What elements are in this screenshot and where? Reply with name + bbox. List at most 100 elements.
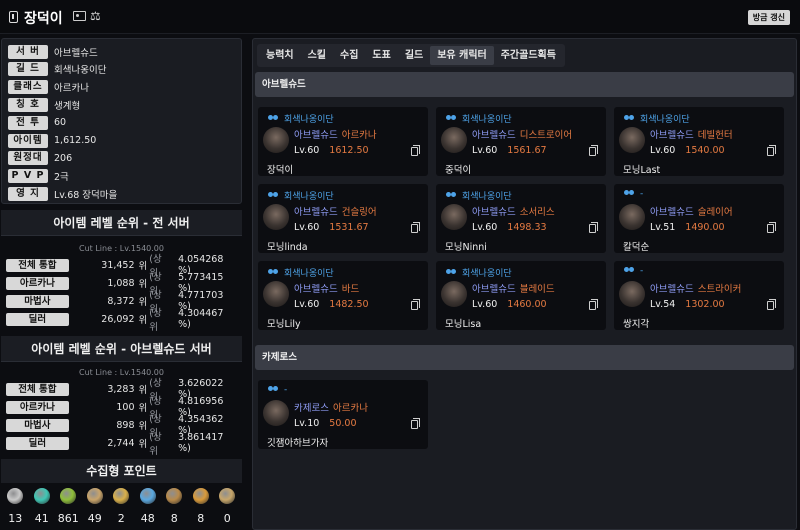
collection-title: 수집형 포인트 [1,459,242,483]
rank-label: 마법사 [6,294,69,308]
item-level: 1540.00 [685,145,725,156]
collection-item[interactable]: 0 [214,488,241,525]
info-row: 클래스 아르카나 [8,80,89,95]
collection-item[interactable]: 861 [55,488,82,525]
id-card-icon[interactable] [73,11,86,21]
character-card[interactable]: 회색나옹이단 아브렐슈드 아르카나 Lv.60 1612.50 장덕이 [258,107,428,176]
class-name: 스트라이커 [697,284,742,295]
character-card[interactable]: 회색나옹이단 아브렐슈드 바드 Lv.60 1482.50 모닝Lily [258,261,428,330]
character-card[interactable]: 회색나옹이단 아브렐슈드 블레이드 Lv.60 1460.00 모닝Lisa [436,261,606,330]
info-label: 칭 호 [8,97,48,112]
server-name: 아브렐슈드 [472,284,516,295]
collection-count: 48 [140,512,155,525]
copy-icon[interactable] [411,222,420,233]
collection-item[interactable]: 48 [135,488,162,525]
rank-unit: 위 [138,421,148,432]
tab-1[interactable]: 스킬 [301,46,333,65]
item-level: 1531.67 [329,222,369,233]
avatar [441,281,467,307]
character-level: Lv.60 [294,222,320,233]
server-name: 아브렐슈드 [650,130,694,141]
server-name: 아브렐슈드 [650,284,694,295]
collection-item[interactable]: 41 [29,488,56,525]
copy-icon[interactable] [411,418,420,429]
rank-unit: 위 [138,403,148,414]
tab-2[interactable]: 수집 [333,46,365,65]
collection-item[interactable]: 8 [161,488,188,525]
character-card[interactable]: - 아브렐슈드 슬레이어 Lv.51 1490.00 칼덕순 [614,184,784,253]
class-name: 블레이드 [519,284,555,295]
copy-icon[interactable] [411,299,420,310]
copy-icon[interactable] [411,145,420,156]
character-card[interactable]: 회색나옹이단 아브렐슈드 디스트로이어 Lv.60 1561.67 중덕이 [436,107,606,176]
rank-row: 전체 통합 3,283 위 (상위 3.626022 %) [6,378,238,403]
scale-icon[interactable]: ⚖ [90,9,101,23]
character-card[interactable]: 회색나옹이단 아브렐슈드 데빌헌터 Lv.60 1540.00 모닝Last [614,107,784,176]
collection-item[interactable]: 2 [108,488,135,525]
character-name: 장덕이 [267,165,294,176]
rank-row: 아르카나 100 위 (상위 4.816956 %) [6,396,238,421]
rank-unit: 위 [138,439,148,450]
rank-row: 전체 통합 31,452 위 (상위 4.054268 %) [6,254,238,279]
item-level: 1302.00 [685,299,725,310]
info-value: 아브렐슈드 [54,47,98,59]
rank-number: 1,088 [107,277,135,289]
mokoko-seed-icon [60,488,77,504]
info-label: 전 투 [8,115,48,130]
avatar [619,281,645,307]
copy-icon[interactable] [767,222,776,233]
level-line: Lv.60 1531.67 [294,222,369,233]
tab-bar: 능력치 스킬 수집 도표 길드 보유 캐릭터 주간골드획득 [257,44,565,67]
collection-count: 0 [223,512,231,525]
server-name: 아브렐슈드 [472,207,516,218]
guild-line: 회색나옹이단 [446,112,512,125]
tab-5[interactable]: 보유 캐릭터 [430,46,494,65]
character-card[interactable]: 회색나옹이단 아브렐슈드 건슬링어 Lv.60 1531.67 모닝linda [258,184,428,253]
copy-icon[interactable] [767,299,776,310]
tab-0[interactable]: 능력치 [259,46,301,65]
item-level: 1498.33 [507,222,547,233]
copy-icon[interactable] [589,222,598,233]
collection-item[interactable]: 8 [188,488,215,525]
collection-count: 861 [57,512,79,525]
server-name: 아브렐슈드 [650,207,694,218]
collection-item[interactable]: 13 [2,488,29,525]
character-card[interactable]: - 카제로스 아르카나 Lv.10 50.00 깃잼아하브가자 [258,380,428,449]
server-class-line: 아브렐슈드 소서리스 [472,204,555,218]
copy-icon[interactable] [767,145,776,156]
rank-unit: 위 [138,261,148,272]
character-name: 모닝Lisa [445,319,482,330]
info-value: 2극 [54,172,69,184]
guild-name: 회색나옹이단 [462,115,512,125]
rank-server-title: 아이템 레벨 순위 - 아브렐슈드 서버 [1,336,242,362]
level-line: Lv.51 1490.00 [650,222,725,233]
tab-4[interactable]: 길드 [398,46,430,65]
copy-icon[interactable] [589,145,598,156]
refresh-button[interactable]: 방금 갱신 [747,10,790,25]
orgel-icon [219,488,236,504]
level-line: Lv.10 50.00 [294,418,357,429]
info-label: 클래스 [8,80,48,95]
class-name: 아르카나 [341,130,377,141]
collection-item[interactable]: 49 [82,488,109,525]
rank-server-cutline: Cut Line : Lv.1540.00 [79,368,164,377]
collection-count: 49 [87,512,102,525]
bookmark-icon[interactable] [9,11,18,23]
tab-6[interactable]: 주간골드획득 [494,46,563,65]
server-class-line: 아브렐슈드 건슬링어 [294,204,377,218]
people-icon [268,386,279,394]
server-name: 아브렐슈드 [294,207,338,218]
group-header: 아브렐슈드 [255,72,794,97]
character-card[interactable]: - 아브렐슈드 스트라이커 Lv.54 1302.00 쌍지각 [614,261,784,330]
guild-line: - [624,189,643,199]
character-card[interactable]: 회색나옹이단 아브렐슈드 소서리스 Lv.60 1498.33 모닝Ninni [436,184,606,253]
guild-line: - [268,385,287,395]
class-name: 아르카나 [332,403,368,414]
copy-icon[interactable] [589,299,598,310]
rank-row: 딜러 26,092 위 (상위 4.304467 %) [6,308,238,333]
avatar [619,204,645,230]
people-icon [624,114,635,123]
tab-3[interactable]: 도표 [365,46,397,65]
server-class-line: 아브렐슈드 데빌헌터 [650,127,733,141]
giant-heart-icon [7,488,24,504]
